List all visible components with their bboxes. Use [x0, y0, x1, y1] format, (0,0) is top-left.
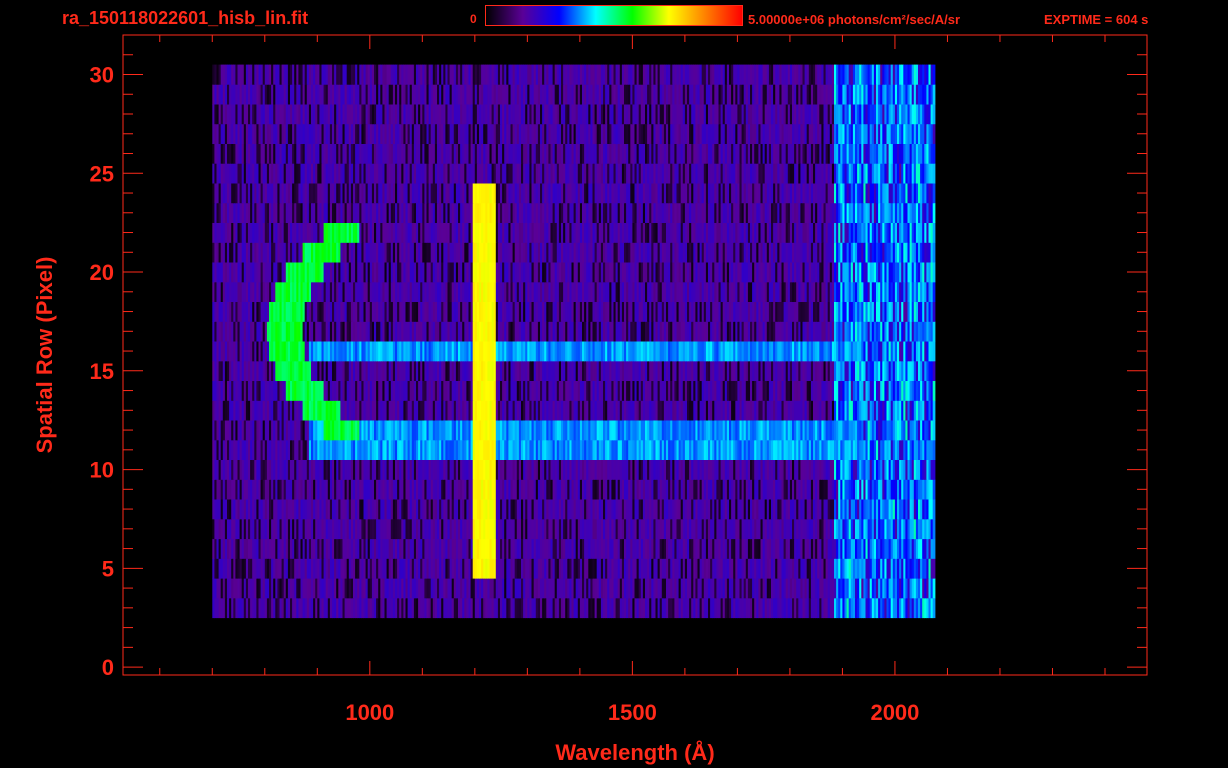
- heatmap-cell: [932, 479, 936, 500]
- heatmap-cell: [932, 499, 936, 520]
- page: 1000 1500 2000 0 5 10 15 20 25 30 Wavelength (Å) …: [0, 0, 1228, 768]
- heatmap-cell: [932, 519, 936, 540]
- heatmap-image: [212, 64, 936, 619]
- heatmap-cell: [932, 360, 936, 381]
- plot: 1000 1500 2000051015202530 Wavelength (Å) …: [32, 34, 1148, 765]
- heatmap-cell: [932, 459, 936, 480]
- heatmap-cell: [932, 341, 936, 362]
- heatmap-cell: [932, 558, 936, 579]
- heatmap-cell: [932, 420, 936, 441]
- heatmap-cell: [932, 380, 936, 401]
- heatmap-cell: [932, 598, 936, 619]
- heatmap-cell: [932, 439, 936, 460]
- heatmap-cell: [932, 400, 936, 421]
- heatmap-cell: [932, 538, 936, 559]
- heatmap-cell: [932, 578, 936, 599]
